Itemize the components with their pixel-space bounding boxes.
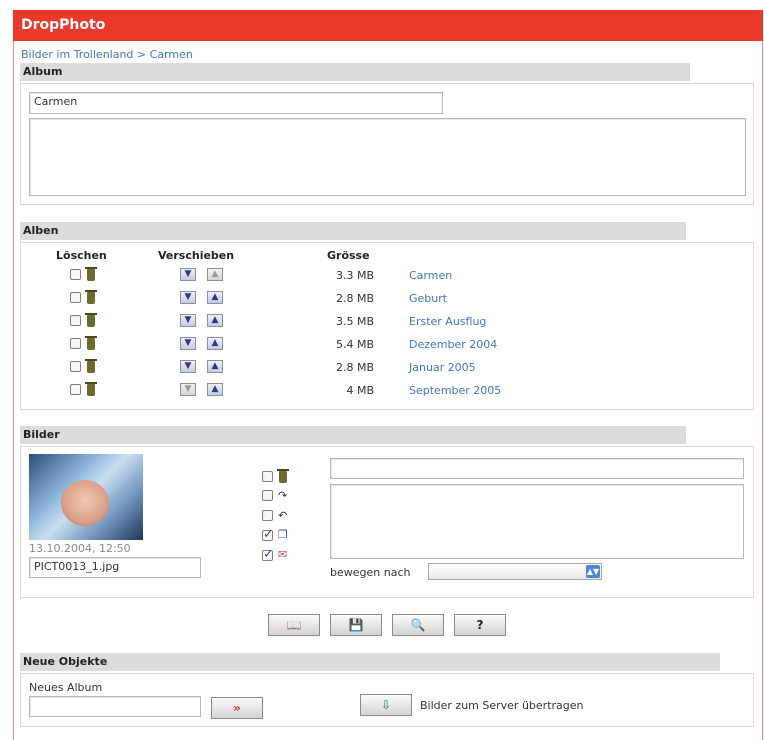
trash-icon (85, 267, 97, 281)
album-description-textarea[interactable] (29, 118, 746, 196)
trash-icon (85, 290, 97, 304)
trash-icon (85, 336, 97, 350)
album-link[interactable]: Geburt (409, 292, 447, 305)
arrow-up-icon[interactable]: ▲ (207, 314, 223, 327)
photo-subject (61, 480, 109, 526)
delete-checkbox[interactable] (70, 384, 81, 395)
rotate-left-checkbox[interactable] (262, 510, 273, 521)
album-link[interactable]: Carmen (409, 269, 452, 282)
new-album-input[interactable] (29, 696, 201, 717)
delete-checkbox[interactable] (70, 361, 81, 372)
album-size: 2.8 MB (335, 292, 374, 305)
photo-timestamp: 13.10.2004, 12:50 (29, 542, 131, 555)
column-header-size: Grösse (327, 249, 370, 262)
breadcrumb-separator: > (136, 48, 147, 61)
album-name-input[interactable]: Carmen (29, 92, 443, 114)
upload-label: Bilder zum Server übertragen (420, 699, 584, 712)
pictures-section-header: Bilder (20, 426, 686, 444)
arrow-up-icon[interactable]: ▲ (207, 383, 223, 396)
upload-icon[interactable]: ⇩ (360, 694, 412, 716)
arrow-down-icon[interactable]: ▼ (180, 337, 196, 350)
trash-icon (85, 359, 97, 373)
album-size: 2.8 MB (335, 361, 374, 374)
album-link[interactable]: Erster Ausflug (409, 315, 486, 328)
arrow-down-icon[interactable]: ▼ (180, 383, 196, 396)
create-album-button[interactable]: » (211, 697, 263, 719)
delete-photo-checkbox[interactable] (262, 471, 273, 482)
help-button[interactable]: ? (454, 614, 506, 636)
albums-section-header: Alben (20, 222, 686, 240)
arrow-up-icon[interactable]: ▲ (207, 291, 223, 304)
column-header-move: Verschieben (158, 249, 235, 262)
album-view-button[interactable]: 📖 (268, 614, 320, 636)
arrow-up-icon[interactable]: ▲ (207, 360, 223, 373)
photo-thumbnail[interactable] (29, 454, 143, 540)
arrow-down-icon[interactable]: ▼ (180, 268, 196, 281)
arrow-down-icon[interactable]: ▼ (180, 291, 196, 304)
new-album-label: Neues Album (29, 681, 103, 694)
breadcrumb-current-link[interactable]: Carmen (150, 48, 193, 61)
photo-title-input[interactable] (330, 458, 744, 479)
album-section-header: Album (20, 63, 690, 81)
album-size: 3.3 MB (335, 269, 374, 282)
album-row: ▼ ▲ 3.5 MB Erster Ausflug (20, 312, 680, 334)
album-size: 5.4 MB (335, 338, 374, 351)
rotate-right-checkbox[interactable] (262, 490, 273, 501)
trash-icon (277, 469, 289, 483)
rotate-left-icon: ↶ (278, 509, 288, 522)
mail-checkbox[interactable] (262, 547, 274, 562)
trash-icon (85, 313, 97, 327)
chevron-updown-icon: ▲▼ (586, 565, 600, 578)
mail-icon: ✉ (278, 548, 288, 561)
save-button[interactable]: 💾 (330, 614, 382, 636)
photo-filename-input[interactable]: PICT0013_1.jpg (29, 557, 201, 578)
copy-icon: ❐ (278, 528, 288, 541)
move-to-select[interactable]: ▲▼ (428, 563, 602, 580)
breadcrumb: Bilder im Trollenland > Carmen (21, 48, 193, 61)
arrow-down-icon[interactable]: ▼ (180, 360, 196, 373)
new-objects-section-header: Neue Objekte (20, 653, 720, 671)
app-title: DropPhoto (13, 10, 763, 41)
preview-button[interactable]: 🔍 (392, 614, 444, 636)
album-row: ▼ ▲ 2.8 MB Geburt (20, 289, 680, 311)
album-row: ▼ ▲ 4 MB September 2005 (20, 381, 680, 403)
album-link[interactable]: September 2005 (409, 384, 501, 397)
arrow-up-icon[interactable]: ▲ (207, 337, 223, 350)
rotate-right-icon: ↷ (278, 489, 288, 502)
album-link[interactable]: Januar 2005 (409, 361, 476, 374)
arrow-up-icon[interactable]: ▲ (207, 268, 223, 281)
delete-checkbox[interactable] (70, 292, 81, 303)
album-row: ▼ ▲ 2.8 MB Januar 2005 (20, 358, 680, 380)
delete-checkbox[interactable] (70, 269, 81, 280)
album-size: 3.5 MB (335, 315, 374, 328)
move-to-label: bewegen nach (330, 566, 411, 579)
delete-checkbox[interactable] (70, 338, 81, 349)
album-size: 4 MB (346, 384, 374, 397)
album-row: ▼ ▲ 3.3 MB Carmen (20, 266, 680, 288)
photo-description-textarea[interactable] (330, 484, 744, 559)
copy-checkbox[interactable] (262, 527, 274, 542)
column-header-delete: Löschen (56, 249, 107, 262)
album-link[interactable]: Dezember 2004 (409, 338, 497, 351)
arrow-down-icon[interactable]: ▼ (180, 314, 196, 327)
trash-icon (85, 382, 97, 396)
album-row: ▼ ▲ 5.4 MB Dezember 2004 (20, 335, 680, 357)
delete-checkbox[interactable] (70, 315, 81, 326)
breadcrumb-parent-link[interactable]: Bilder im Trollenland (21, 48, 133, 61)
